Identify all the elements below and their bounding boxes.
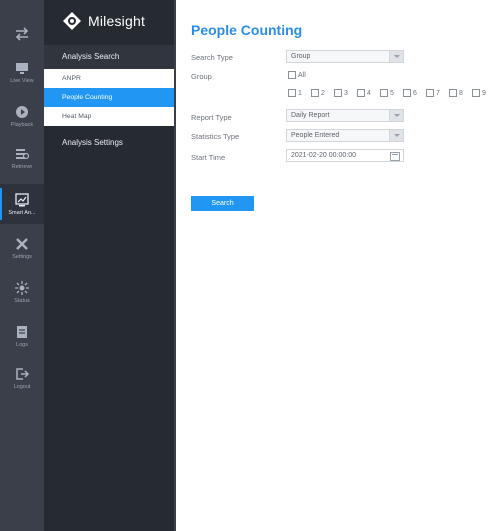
playback-icon (16, 106, 28, 118)
settings-icon (16, 238, 28, 250)
checkbox-box (357, 89, 365, 97)
search-button[interactable]: Search (191, 196, 254, 211)
start-time-label: Start Time (191, 153, 226, 162)
statistics-type-value: People Entered (291, 132, 340, 139)
rail-item-status[interactable]: Status (0, 272, 44, 312)
group-checkbox-1[interactable]: 1 (288, 89, 302, 97)
checkbox-box (334, 89, 342, 97)
rail-item-logs[interactable]: Logs (0, 316, 44, 356)
checkbox-box (380, 89, 388, 97)
group-option-label: 5 (390, 89, 394, 97)
rail-item-smart-analysis[interactable]: Smart An... (0, 184, 44, 224)
group-option-label: 8 (459, 89, 463, 97)
rail-item-switch[interactable] (0, 14, 44, 54)
analysis-search-submenu: ANPR People Counting Heat Map (44, 69, 174, 126)
group-all-label: All (298, 71, 306, 79)
checkbox-box (449, 89, 457, 97)
group-option-label: 3 (344, 89, 348, 97)
menu-item-anpr[interactable]: ANPR (44, 69, 174, 88)
group-checkbox-6[interactable]: 6 (403, 89, 417, 97)
group-checkbox-9[interactable]: 9 (472, 89, 486, 97)
milesight-logo-icon (63, 12, 81, 30)
section-analysis-settings[interactable]: Analysis Settings (44, 131, 174, 155)
report-type-select[interactable]: Daily Report (286, 109, 404, 122)
checkbox-box (288, 71, 296, 79)
group-option-label: 6 (413, 89, 417, 97)
statistics-type-select[interactable]: People Entered (286, 129, 404, 142)
statistics-type-label: Statistics Type (191, 132, 240, 141)
page-title: People Counting (191, 22, 303, 38)
rail-item-logout[interactable]: Logout (0, 358, 44, 398)
brand-name: Milesight (88, 13, 146, 29)
chevron-down-icon (389, 110, 403, 121)
calendar-icon[interactable] (390, 152, 400, 161)
logs-icon (17, 326, 27, 338)
chevron-down-icon (389, 130, 403, 141)
report-type-value: Daily Report (291, 112, 330, 119)
rail-label-logs: Logs (16, 342, 28, 348)
logout-icon (16, 368, 30, 380)
group-checkbox-4[interactable]: 4 (357, 89, 371, 97)
main-content: People Counting Search Type Group Group … (176, 0, 494, 531)
group-checkbox-2[interactable]: 2 (311, 89, 325, 97)
rail-item-retrieve[interactable]: Retrieve (0, 138, 44, 178)
status-icon (15, 281, 29, 295)
group-option-label: 7 (436, 89, 440, 97)
group-checkbox-8[interactable]: 8 (449, 89, 463, 97)
exchange-icon (15, 27, 29, 41)
group-option-label: 4 (367, 89, 371, 97)
menu-item-heat-map[interactable]: Heat Map (44, 107, 174, 126)
brand-logo: Milesight (62, 11, 145, 31)
retrieve-icon (16, 149, 30, 160)
rail-item-live-view[interactable]: Live View (0, 52, 44, 92)
section-analysis-search[interactable]: Analysis Search (44, 45, 174, 69)
navigation-panel: Milesight Analysis Search ANPR People Co… (44, 0, 174, 531)
rail-item-settings[interactable]: Settings (0, 228, 44, 268)
start-time-value: 2021-02-20 00:00:00 (291, 152, 356, 159)
rail-item-playback[interactable]: Playback (0, 96, 44, 136)
checkbox-box (426, 89, 434, 97)
rail-label-logout: Logout (13, 384, 31, 390)
start-time-input[interactable]: 2021-02-20 00:00:00 (286, 149, 404, 162)
checkbox-box (288, 89, 296, 97)
smart-analysis-icon (15, 193, 29, 207)
report-type-label: Report Type (191, 113, 232, 122)
rail-label-retrieve: Retrieve (11, 164, 33, 170)
search-type-select[interactable]: Group (286, 50, 404, 63)
icon-rail: Live View Playback Retrieve Smart An... … (0, 0, 44, 531)
search-type-value: Group (291, 53, 311, 60)
rail-label-status: Status (14, 298, 30, 304)
checkbox-box (311, 89, 319, 97)
live-view-icon (16, 63, 28, 74)
chevron-down-icon (389, 51, 403, 62)
group-all-checkbox[interactable]: All (288, 71, 306, 79)
rail-label-smart-analysis: Smart An... (8, 210, 36, 216)
group-option-label: 1 (298, 89, 302, 97)
group-option-label: 2 (321, 89, 325, 97)
group-option-label: 9 (482, 89, 486, 97)
group-label: Group (191, 72, 212, 81)
rail-label-live-view: Live View (10, 78, 34, 84)
rail-label-settings: Settings (12, 254, 32, 260)
checkbox-box (403, 89, 411, 97)
group-checkbox-5[interactable]: 5 (380, 89, 394, 97)
checkbox-box (472, 89, 480, 97)
search-type-label: Search Type (191, 53, 233, 62)
menu-item-people-counting[interactable]: People Counting (44, 88, 174, 107)
rail-label-playback: Playback (10, 122, 34, 128)
group-checkbox-3[interactable]: 3 (334, 89, 348, 97)
group-checkbox-7[interactable]: 7 (426, 89, 440, 97)
